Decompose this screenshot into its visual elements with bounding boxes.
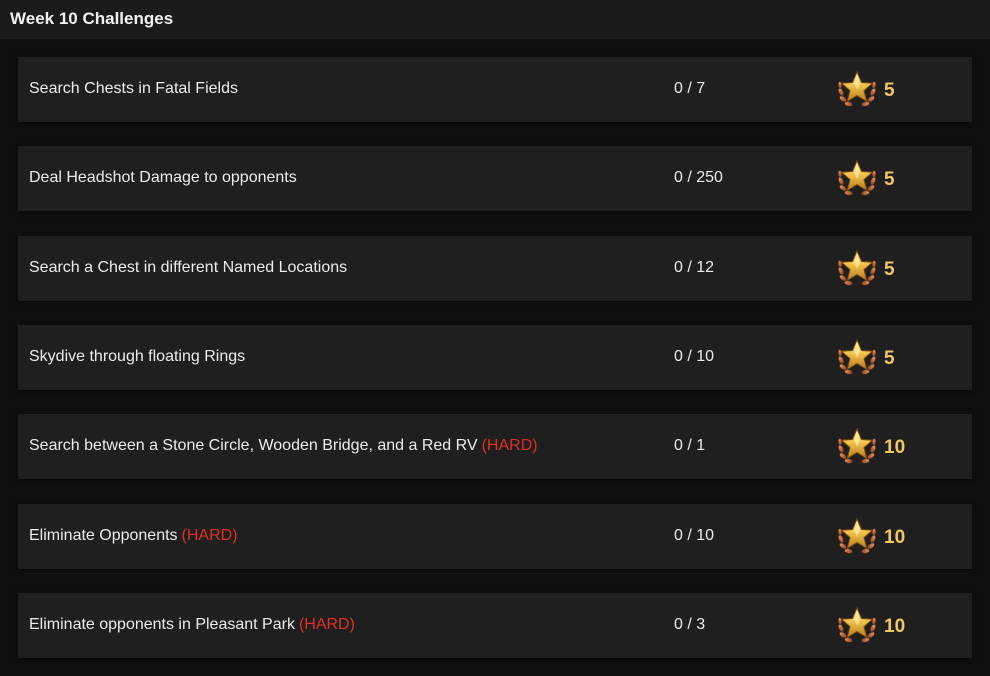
challenge-progress: 0 / 12 — [674, 259, 715, 276]
challenge-progress: 0 / 3 — [674, 616, 706, 633]
reward-value: 10 — [884, 527, 906, 548]
challenge-row[interactable]: Eliminate opponents in Pleasant Park (HAR… — [18, 593, 972, 658]
challenge-name: Skydive through floating Rings — [29, 348, 246, 365]
challenge-name: Search a Chest in different Named Locati… — [29, 259, 348, 276]
challenge-name: Eliminate Opponents (HARD) — [29, 527, 238, 544]
battle-star-icon — [836, 70, 878, 110]
battle-star-icon — [836, 517, 878, 557]
reward-value: 5 — [884, 259, 895, 280]
reward-value: 5 — [884, 169, 895, 190]
challenge-progress: 0 / 10 — [674, 527, 715, 544]
challenge-row[interactable]: Eliminate Opponents (HARD) 0 / 10 10 — [18, 504, 972, 569]
battle-star-icon — [836, 606, 878, 646]
hard-tag: (HARD) — [298, 616, 355, 633]
challenge-progress: 0 / 1 — [674, 437, 706, 454]
challenge-progress: 0 / 10 — [674, 348, 715, 365]
reward-value: 10 — [884, 437, 906, 458]
reward-value: 5 — [884, 348, 895, 369]
challenge-name: Search between a Stone Circle, Wooden Br… — [29, 437, 538, 454]
page-title: Week 10 Challenges — [10, 9, 174, 28]
hard-tag: (HARD) — [481, 437, 538, 454]
challenge-name: Deal Headshot Damage to opponents — [29, 169, 297, 186]
challenge-name: Eliminate opponents in Pleasant Park (HAR… — [29, 616, 355, 633]
reward-value: 10 — [884, 616, 906, 637]
challenge-row[interactable]: Skydive through floating Rings 0 / 10 5 — [18, 325, 972, 390]
challenge-progress: 0 / 250 — [674, 169, 723, 186]
challenge-progress: 0 / 7 — [674, 80, 706, 97]
battle-star-icon — [836, 159, 878, 199]
battle-star-icon — [836, 249, 878, 289]
challenge-name: Search Chests in Fatal Fields — [29, 80, 238, 97]
reward-value: 5 — [884, 80, 895, 101]
challenge-row[interactable]: Deal Headshot Damage to opponents 0 / 25… — [18, 146, 972, 211]
challenges-header: Week 10 Challenges — [0, 0, 990, 39]
battle-star-icon — [836, 427, 878, 467]
challenge-row[interactable]: Search between a Stone Circle, Wooden Br… — [18, 414, 972, 479]
hard-tag: (HARD) — [181, 527, 238, 544]
challenge-row[interactable]: Search Chests in Fatal Fields 0 / 7 5 — [18, 57, 972, 122]
battle-star-icon — [836, 338, 878, 378]
challenge-row[interactable]: Search a Chest in different Named Locati… — [18, 236, 972, 301]
